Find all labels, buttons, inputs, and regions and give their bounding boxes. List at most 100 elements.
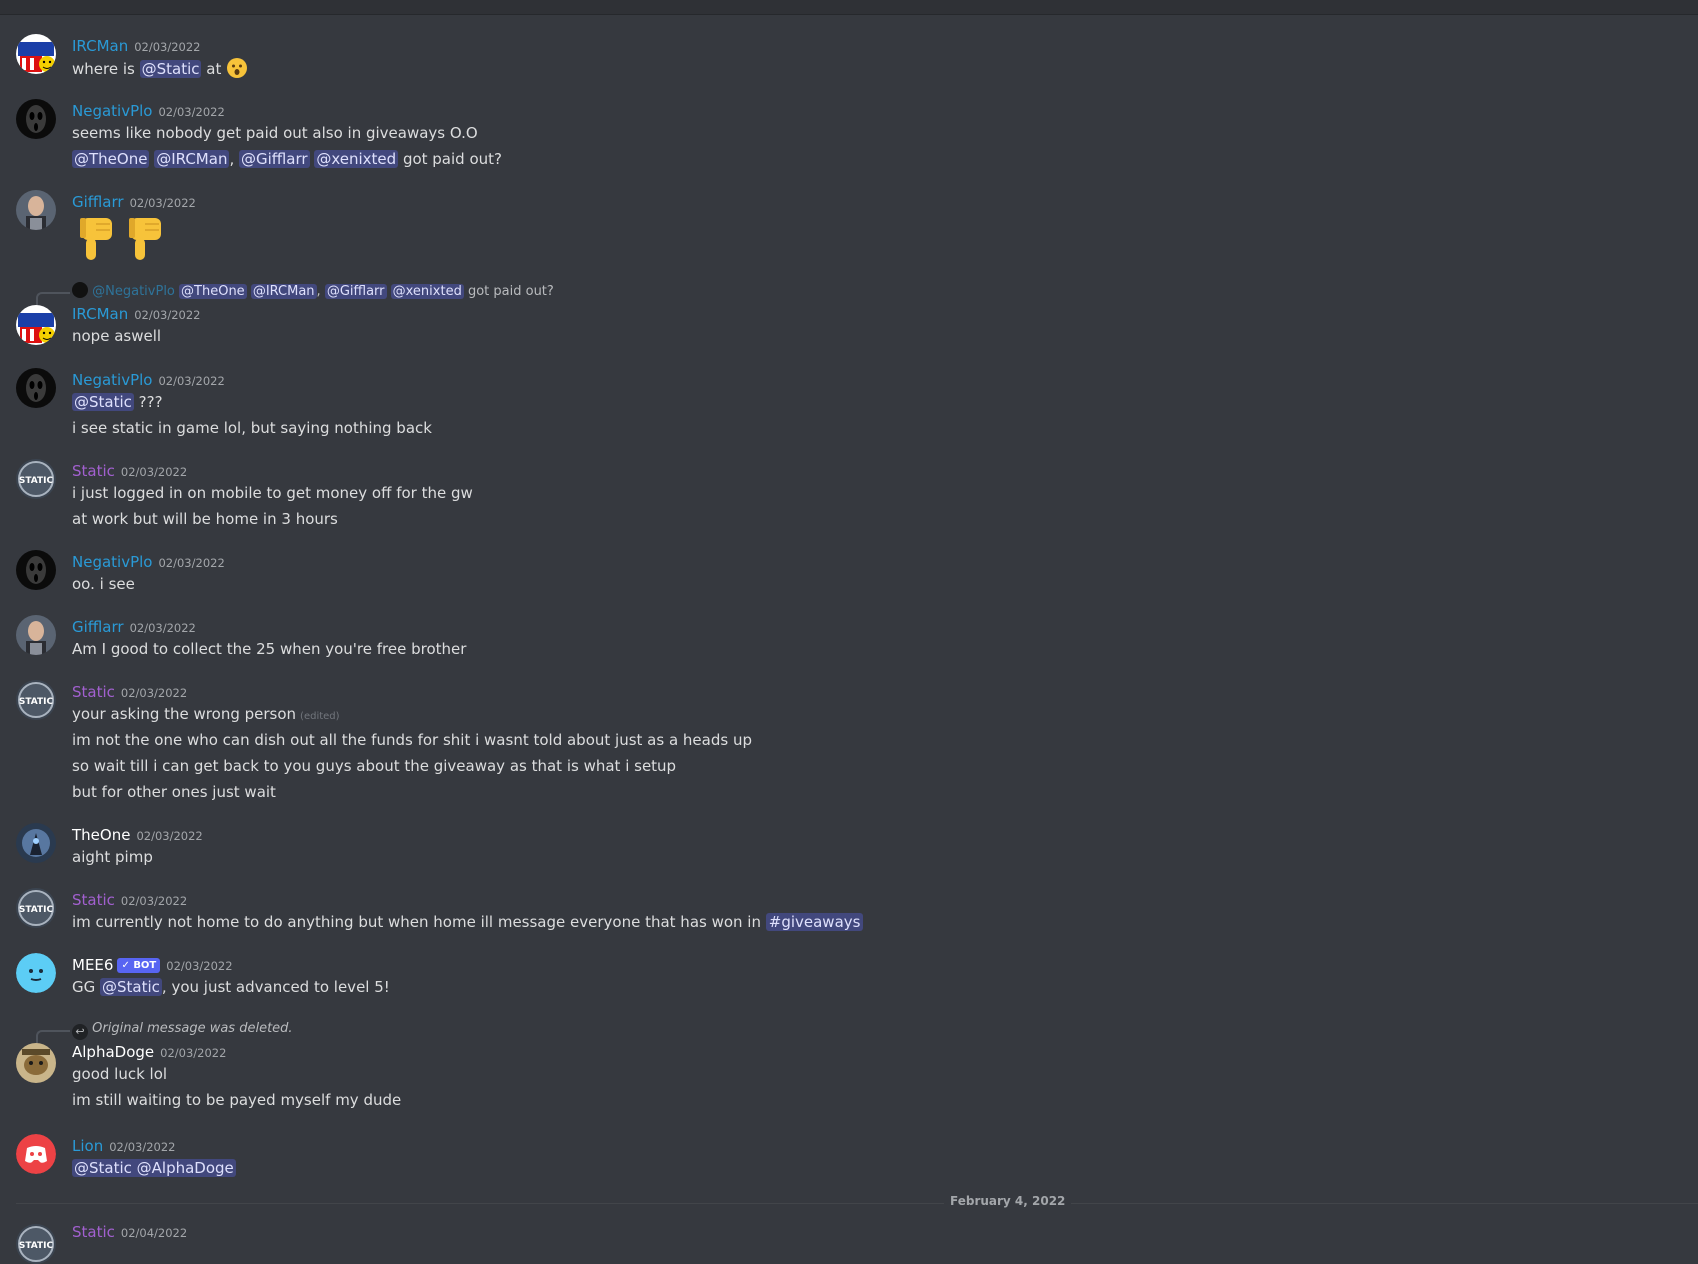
message-header: AlphaDoge 02/03/2022 bbox=[72, 1042, 226, 1062]
user-mention[interactable]: @Gifflarr bbox=[239, 150, 310, 168]
author-name[interactable]: NegativPlo bbox=[72, 102, 152, 120]
message-text: @TheOne @IRCMan, @Gifflarr @xenixted got… bbox=[72, 150, 502, 168]
top-bar bbox=[0, 0, 1698, 15]
author-name[interactable]: Static bbox=[72, 683, 115, 701]
message-text: where is @Static at bbox=[72, 57, 248, 85]
lion-avatar[interactable] bbox=[16, 1134, 56, 1174]
static-avatar[interactable]: STATIC bbox=[16, 459, 56, 499]
reply-preview[interactable]: ↩ Original message was deleted. bbox=[72, 1020, 293, 1040]
user-mention[interactable]: @Static @AlphaDoge bbox=[72, 1159, 236, 1177]
message-text: im not the one who can dish out all the … bbox=[72, 731, 752, 749]
reply-spine bbox=[36, 1030, 70, 1044]
static-avatar[interactable]: STATIC bbox=[16, 888, 56, 928]
author-name[interactable]: TheOne bbox=[72, 826, 130, 844]
author-name[interactable]: NegativPlo bbox=[72, 371, 152, 389]
message-header: Static 02/04/2022 bbox=[72, 1222, 187, 1242]
open-mouth-emoji-icon bbox=[226, 57, 248, 85]
message-header: NegativPlo 02/03/2022 bbox=[72, 370, 225, 390]
timestamp: 02/03/2022 bbox=[120, 686, 188, 700]
timestamp: 02/03/2022 bbox=[166, 959, 233, 973]
author-name[interactable]: Gifflarr bbox=[72, 193, 124, 211]
date-divider-label: February 4, 2022 bbox=[944, 1194, 1072, 1208]
timestamp: 02/03/2022 bbox=[136, 829, 203, 843]
svg-text:STATIC: STATIC bbox=[19, 1241, 54, 1251]
mee6-avatar[interactable] bbox=[16, 953, 56, 993]
channel-mention-giveaways[interactable]: #giveaways bbox=[765, 913, 864, 931]
message-text: im currently not home to do anything but… bbox=[72, 911, 864, 933]
message-header: NegativPlo 02/03/2022 bbox=[72, 101, 225, 121]
edited-tag: (edited) bbox=[300, 711, 340, 722]
user-mention[interactable]: @Static bbox=[100, 978, 162, 996]
static-avatar[interactable]: STATIC bbox=[16, 1224, 56, 1264]
svg-text:STATIC: STATIC bbox=[19, 476, 54, 486]
author-name[interactable]: IRCMan bbox=[72, 37, 128, 55]
author-name[interactable]: Lion bbox=[72, 1137, 103, 1155]
message-text: im still waiting to be payed myself my d… bbox=[72, 1091, 402, 1109]
timestamp: 02/03/2022 bbox=[134, 308, 201, 322]
theone-avatar[interactable] bbox=[16, 823, 56, 863]
user-mention[interactable]: @IRCMan bbox=[250, 284, 317, 299]
message-header: Gifflarr 02/03/2022 bbox=[72, 192, 196, 212]
user-mention[interactable]: @IRCMan bbox=[154, 150, 230, 168]
message-text: @Static ??? bbox=[72, 393, 163, 411]
message-text: i see static in game lol, but saying not… bbox=[72, 419, 432, 437]
negativplo-avatar[interactable] bbox=[16, 550, 56, 590]
static-avatar[interactable]: STATIC bbox=[16, 680, 56, 720]
message-text: nope aswell bbox=[72, 327, 162, 345]
message-text: your asking the wrong person (edited) bbox=[72, 705, 340, 723]
timestamp: 02/03/2022 bbox=[134, 40, 201, 54]
message-text: Am I good to collect the 25 when you're … bbox=[72, 640, 467, 658]
svg-text:STATIC: STATIC bbox=[19, 905, 54, 915]
user-mention[interactable]: @TheOne bbox=[72, 150, 150, 168]
author-name[interactable]: NegativPlo bbox=[72, 553, 152, 571]
message-text: i just logged in on mobile to get money … bbox=[72, 484, 473, 502]
timestamp: 02/03/2022 bbox=[160, 1046, 227, 1060]
timestamp: 02/03/2022 bbox=[120, 465, 188, 479]
negativplo-avatar[interactable] bbox=[16, 99, 56, 139]
author-name[interactable]: IRCMan bbox=[72, 305, 128, 323]
message-text: good luck lol bbox=[72, 1065, 168, 1083]
message-text: so wait till i can get back to you guys … bbox=[72, 757, 677, 775]
user-mention[interactable]: @Static bbox=[72, 393, 134, 411]
message-header: Static 02/03/2022 bbox=[72, 890, 187, 910]
author-name[interactable]: Static bbox=[72, 891, 115, 909]
timestamp: 02/04/2022 bbox=[120, 1226, 188, 1240]
alphadoge-avatar[interactable] bbox=[16, 1043, 56, 1083]
author-name[interactable]: AlphaDoge bbox=[72, 1043, 154, 1061]
message-text: @Static @AlphaDoge bbox=[72, 1157, 236, 1179]
ircman-avatar[interactable] bbox=[16, 305, 56, 345]
timestamp: 02/03/2022 bbox=[120, 894, 188, 908]
reply-author[interactable]: @NegativPlo bbox=[92, 284, 175, 299]
thumbs-down-emoji-icon bbox=[72, 214, 122, 268]
reply-preview[interactable]: @NegativPlo @TheOne @IRCMan, @Gifflarr @… bbox=[72, 282, 554, 300]
user-mention[interactable]: @Gifflarr bbox=[324, 284, 387, 299]
negativplo-avatar[interactable] bbox=[16, 368, 56, 408]
date-divider bbox=[16, 1203, 1698, 1204]
reply-spine bbox=[36, 292, 70, 306]
message-text: oo. i see bbox=[72, 575, 135, 593]
message-header: Static 02/03/2022 bbox=[72, 461, 187, 481]
ircman-avatar[interactable] bbox=[16, 34, 56, 74]
message-text: seems like nobody get paid out also in g… bbox=[72, 124, 478, 142]
message-header: IRCMan 02/03/2022 bbox=[72, 36, 201, 56]
author-name[interactable]: Gifflarr bbox=[72, 618, 124, 636]
user-mention[interactable]: @xenixted bbox=[390, 284, 464, 299]
bot-badge: ✓ BOT bbox=[117, 958, 161, 973]
gifflarr-avatar[interactable] bbox=[16, 190, 56, 230]
message-header: TheOne 02/03/2022 bbox=[72, 825, 203, 845]
message-header: MEE6 ✓ BOT 02/03/2022 bbox=[72, 955, 233, 975]
message-header: Static 02/03/2022 bbox=[72, 682, 187, 702]
author-name[interactable]: Static bbox=[72, 462, 115, 480]
user-mention[interactable]: @xenixted bbox=[314, 150, 399, 168]
author-name[interactable]: MEE6 bbox=[72, 956, 113, 974]
message-text: at work but will be home in 3 hours bbox=[72, 510, 338, 528]
message-text: but for other ones just wait bbox=[72, 783, 276, 801]
timestamp: 02/03/2022 bbox=[129, 621, 196, 635]
author-name[interactable]: Static bbox=[72, 1223, 115, 1241]
gifflarr-avatar[interactable] bbox=[16, 615, 56, 655]
timestamp: 02/03/2022 bbox=[158, 105, 225, 119]
user-mention[interactable]: @Static bbox=[139, 60, 202, 78]
timestamp: 02/03/2022 bbox=[129, 196, 196, 210]
user-mention[interactable]: @TheOne bbox=[179, 284, 247, 299]
timestamp: 02/03/2022 bbox=[158, 556, 225, 570]
